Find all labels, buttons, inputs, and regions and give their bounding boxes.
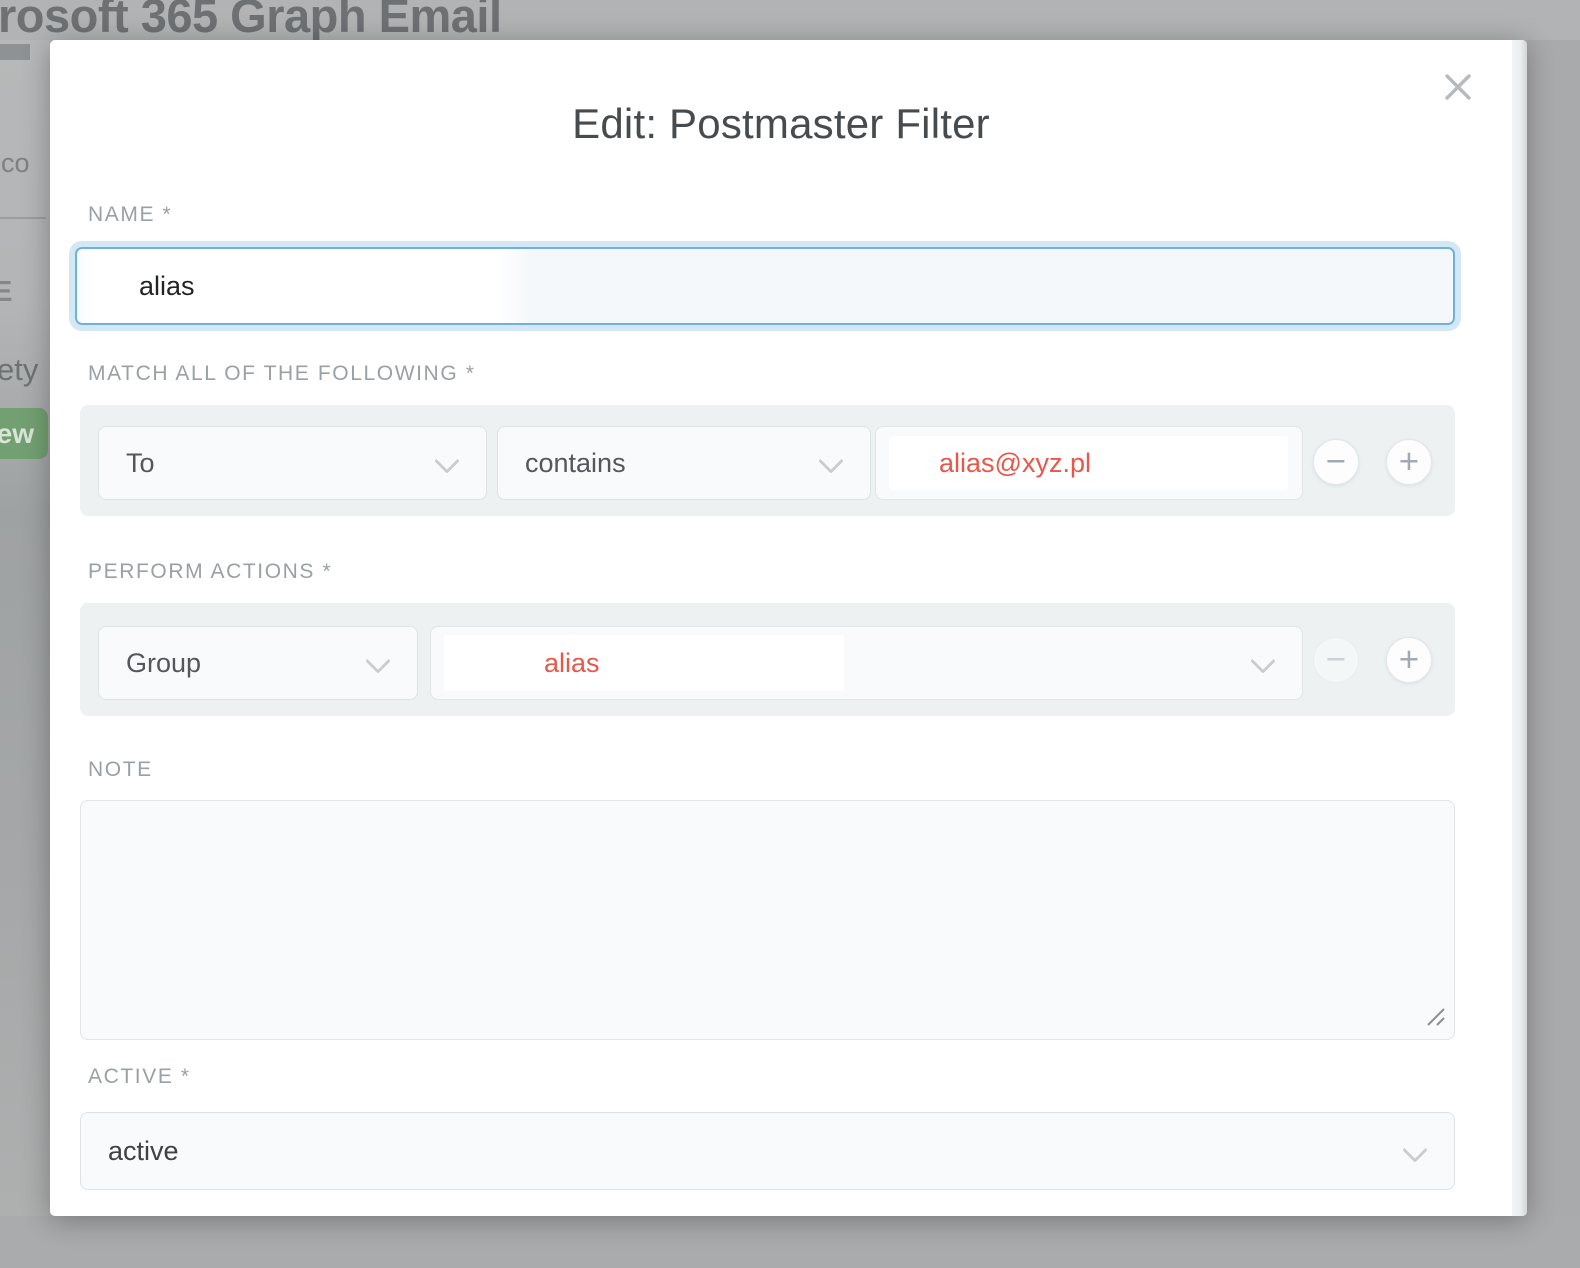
background-row-fragment: ety [0,352,38,388]
remove-action-button[interactable]: − [1313,637,1359,683]
action-attribute-value: Group [126,627,201,699]
backdrop-bottom [0,1216,1580,1268]
dialog-title: Edit: Postmaster Filter [50,100,1512,148]
screen: rosoft 365 Graph Email co E ety ew Edit:… [0,0,1580,1268]
chevron-down-icon [818,448,843,473]
action-value-text: alias [544,627,600,699]
name-input[interactable]: alias [75,247,1455,325]
background-divider [0,217,46,219]
new-button-fragment[interactable]: ew [0,408,48,459]
perform-actions-row: Group alias − + [80,603,1455,716]
add-action-button[interactable]: + [1386,637,1432,683]
match-value-input[interactable]: alias@xyz.pl [875,426,1303,500]
background-header-fragment: E [0,276,12,309]
close-icon [1442,71,1474,103]
name-label: NAME * [88,203,172,227]
match-value-text: alias@xyz.pl [939,427,1091,499]
match-operator-value: contains [525,427,626,499]
background-ui-fragment [0,44,30,60]
match-attribute-select[interactable]: To [98,426,487,500]
chevron-down-icon [434,448,459,473]
modal-scrollbar[interactable] [1512,40,1527,1216]
match-attribute-value: To [126,427,155,499]
name-input-value: alias [139,249,195,323]
chevron-down-icon [365,648,390,673]
match-label: MATCH ALL OF THE FOLLOWING * [88,362,475,386]
action-value-select[interactable]: alias [430,626,1303,700]
active-select[interactable]: active [80,1112,1455,1190]
note-textarea[interactable] [80,800,1455,1040]
edit-postmaster-filter-dialog: Edit: Postmaster Filter NAME * alias MAT… [50,40,1527,1216]
match-operator-select[interactable]: contains [497,426,871,500]
action-attribute-select[interactable]: Group [98,626,418,700]
match-conditions-row: To contains alias@xyz.pl − + [80,405,1455,516]
plus-icon: + [1399,640,1419,679]
chevron-down-icon [1402,1137,1427,1162]
active-select-value: active [108,1113,179,1189]
resize-grip-icon [1425,1006,1447,1028]
add-condition-button[interactable]: + [1386,439,1432,485]
active-label: ACTIVE * [88,1065,191,1089]
perform-actions-label: PERFORM ACTIONS * [88,560,332,584]
minus-icon: − [1326,640,1346,679]
note-label: NOTE [88,758,153,782]
plus-icon: + [1399,442,1419,481]
minus-icon: − [1326,442,1346,481]
input-highlight [444,635,844,691]
background-page-title: rosoft 365 Graph Email [0,0,502,43]
resize-handle[interactable] [1425,1006,1447,1033]
backdrop-left: co E ety ew [0,40,50,1216]
chevron-down-icon [1250,648,1275,673]
remove-condition-button[interactable]: − [1313,439,1359,485]
background-tab-fragment: co [1,148,30,179]
backdrop-right [1527,40,1580,1216]
